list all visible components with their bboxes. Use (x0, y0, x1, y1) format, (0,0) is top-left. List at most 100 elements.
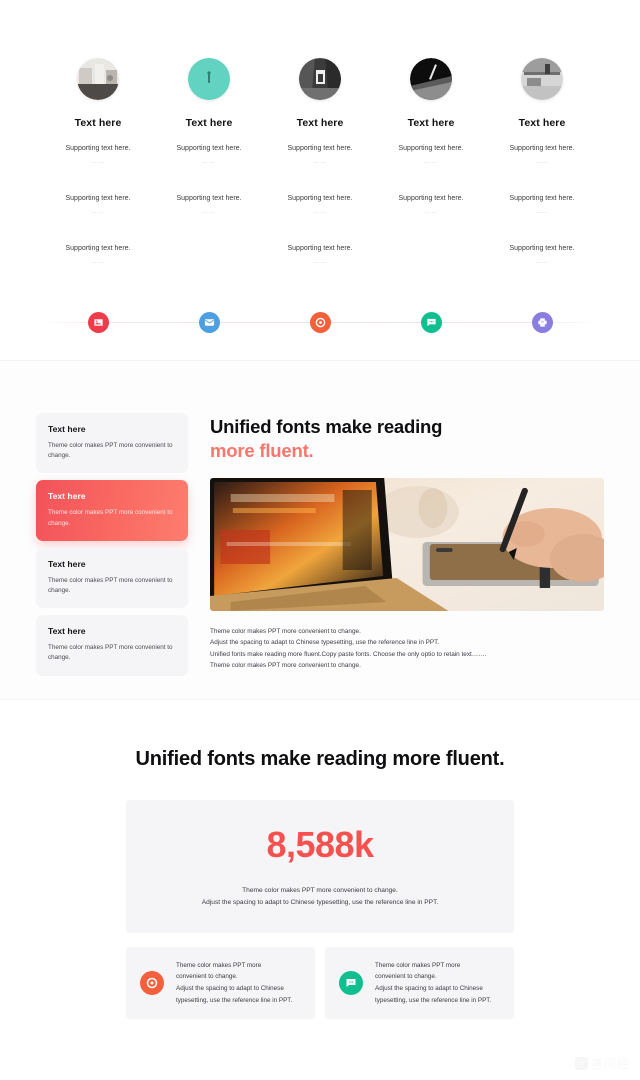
list-card[interactable]: Text here Theme color makes PPT more con… (36, 413, 188, 474)
supporting-dots: …… (535, 259, 549, 266)
supporting-text: Supporting text here. (287, 145, 353, 152)
feature-column[interactable]: Text here Supporting text here. …… Suppo… (379, 58, 483, 279)
feature-columns: Text here Supporting text here. …… Suppo… (0, 58, 640, 279)
supporting-text: Supporting text here. (176, 145, 242, 152)
content-right-column: Unified fonts make reading more fluent. (210, 413, 604, 699)
bottom-card-row: Theme color makes PPT more convenient to… (126, 947, 514, 1019)
location-icon[interactable] (304, 306, 336, 338)
workspace-photo (210, 477, 604, 611)
supporting-block: Supporting text here. …… (399, 195, 464, 229)
stat-subtext-line: Adjust the spacing to adapt to Chinese t… (201, 899, 439, 906)
supporting-block: Supporting text here. …… (66, 195, 131, 229)
supporting-text: Supporting text here. (287, 245, 353, 252)
list-card-body: Theme color makes PPT more convenient to… (48, 509, 173, 527)
feature-title: Text here (185, 117, 233, 129)
rail-cell (46, 301, 150, 343)
supporting-dots: …… (313, 209, 327, 216)
supporting-text: Supporting text here. (509, 245, 575, 252)
paragraph-line: Unified fonts make reading more fluent.C… (210, 650, 487, 658)
bottom-card-line: Adjust the spacing to adapt to Chinese (375, 985, 483, 992)
list-card-title: Text here (48, 424, 86, 434)
list-card[interactable]: Text here Theme color makes PPT more con… (36, 547, 188, 609)
feature-photo-4 (410, 58, 452, 100)
feature-title: Text here (296, 117, 344, 129)
supporting-text: Supporting text here. (65, 195, 131, 202)
feature-column[interactable]: Text here Supporting text here. …… Suppo… (268, 58, 372, 279)
supporting-text: Supporting text here. (65, 145, 131, 152)
list-card-body: Theme color makes PPT more convenient to… (48, 644, 173, 662)
feature-photo-5 (521, 58, 563, 100)
paragraph-line: Theme color makes PPT more convenient to… (210, 627, 361, 635)
list-card-title: Text here (48, 626, 86, 637)
printer-icon[interactable] (526, 306, 558, 338)
bottom-card-line: Adjust the spacing to adapt to Chinese (176, 985, 284, 992)
list-card-title: Text here (48, 558, 86, 569)
bottom-card-line: Theme color makes PPT more (375, 961, 461, 969)
supporting-dots: …… (424, 159, 438, 166)
chat-icon (339, 971, 363, 995)
supporting-dots: …… (424, 209, 438, 216)
section-two-heading: Unified fonts make reading more fluent. (210, 415, 604, 464)
supporting-dots: …… (91, 159, 105, 166)
supporting-block: Supporting text here. …… (510, 245, 575, 279)
text-card-list: Text here Theme color makes PPT more con… (36, 413, 188, 699)
heading-line-1: Unified fonts make reading (210, 416, 443, 437)
bottom-card[interactable]: Theme color makes PPT more convenient to… (126, 947, 315, 1019)
supporting-block: Supporting text here. …… (66, 245, 131, 279)
feature-column[interactable]: Text here Supporting text here. …… Suppo… (490, 58, 594, 279)
image-icon[interactable] (82, 306, 114, 338)
bottom-card-line: typesetting, use the reference line in P… (375, 996, 492, 1004)
icon-rail (0, 301, 640, 343)
supporting-dots: …… (202, 159, 216, 166)
bottom-watermark: W 答问经 (574, 1055, 630, 1072)
mail-icon[interactable] (193, 306, 225, 338)
feature-column[interactable]: Text here Supporting text here. …… Suppo… (46, 58, 150, 279)
supporting-dots: …… (91, 259, 105, 266)
bottom-card-line: convenient to change. (176, 973, 238, 981)
rail-cell (268, 301, 372, 343)
paragraph-line: Theme color makes PPT more convenient to… (210, 661, 361, 669)
feature-title: Text here (407, 117, 455, 129)
bottom-card-text: Theme color makes PPT more convenient to… (375, 960, 491, 1007)
list-card[interactable]: Text here Theme color makes PPT more con… (36, 615, 188, 676)
stat-number: 8,588k (266, 823, 374, 865)
supporting-text: Supporting text here. (398, 195, 464, 202)
bottom-card-line: typesetting, use the reference line in P… (176, 996, 293, 1004)
stat-panel: 8,588k Theme color makes PPT more conven… (126, 800, 514, 933)
chat-icon[interactable] (415, 306, 447, 338)
feature-photo-1 (77, 58, 119, 100)
supporting-block: Supporting text here. …… (177, 195, 242, 229)
heading-line-2: more fluent. (210, 440, 314, 462)
supporting-text: Supporting text here. (398, 145, 464, 152)
supporting-dots: …… (91, 209, 105, 216)
bottom-card[interactable]: Theme color makes PPT more convenient to… (325, 947, 514, 1019)
watermark-badge-icon: W (574, 1057, 588, 1070)
paragraph-line: Adjust the spacing to adapt to Chinese t… (210, 639, 440, 647)
list-card-title: Text here (48, 491, 86, 502)
feature-grid-section: Text here Supporting text here. …… Suppo… (0, 0, 640, 360)
supporting-block: Supporting text here. …… (66, 145, 131, 179)
supporting-dots: …… (313, 259, 327, 266)
location-icon (140, 971, 164, 995)
supporting-text: Supporting text here. (176, 195, 242, 202)
supporting-block: Supporting text here. …… (510, 145, 575, 179)
supporting-text: Supporting text here. (509, 145, 575, 152)
supporting-block: Supporting text here. …… (510, 195, 575, 229)
section-three-heading: Unified fonts make reading more fluent. (135, 748, 505, 770)
supporting-block: Supporting text here. …… (288, 245, 353, 279)
list-card-body: Theme color makes PPT more convenient to… (48, 576, 173, 594)
bottom-card-line: Theme color makes PPT more (176, 961, 262, 969)
supporting-dots: …… (535, 159, 549, 166)
bottom-card-text: Theme color makes PPT more convenient to… (176, 960, 292, 1007)
rail-cell (157, 301, 261, 343)
rail-cell (490, 301, 594, 343)
feature-column[interactable]: Text here Supporting text here. …… Suppo… (157, 58, 261, 279)
supporting-text: Supporting text here. (65, 245, 131, 252)
list-card-body: Theme color makes PPT more convenient to… (48, 442, 173, 460)
list-card-active[interactable]: Text here Theme color makes PPT more con… (36, 480, 188, 541)
supporting-dots: …… (202, 209, 216, 216)
content-split-section: Text here Theme color makes PPT more con… (0, 360, 640, 700)
section-two-paragraph: Theme color makes PPT more convenient to… (210, 626, 604, 672)
supporting-text: Supporting text here. (509, 195, 575, 202)
supporting-block: Supporting text here. …… (288, 195, 353, 229)
